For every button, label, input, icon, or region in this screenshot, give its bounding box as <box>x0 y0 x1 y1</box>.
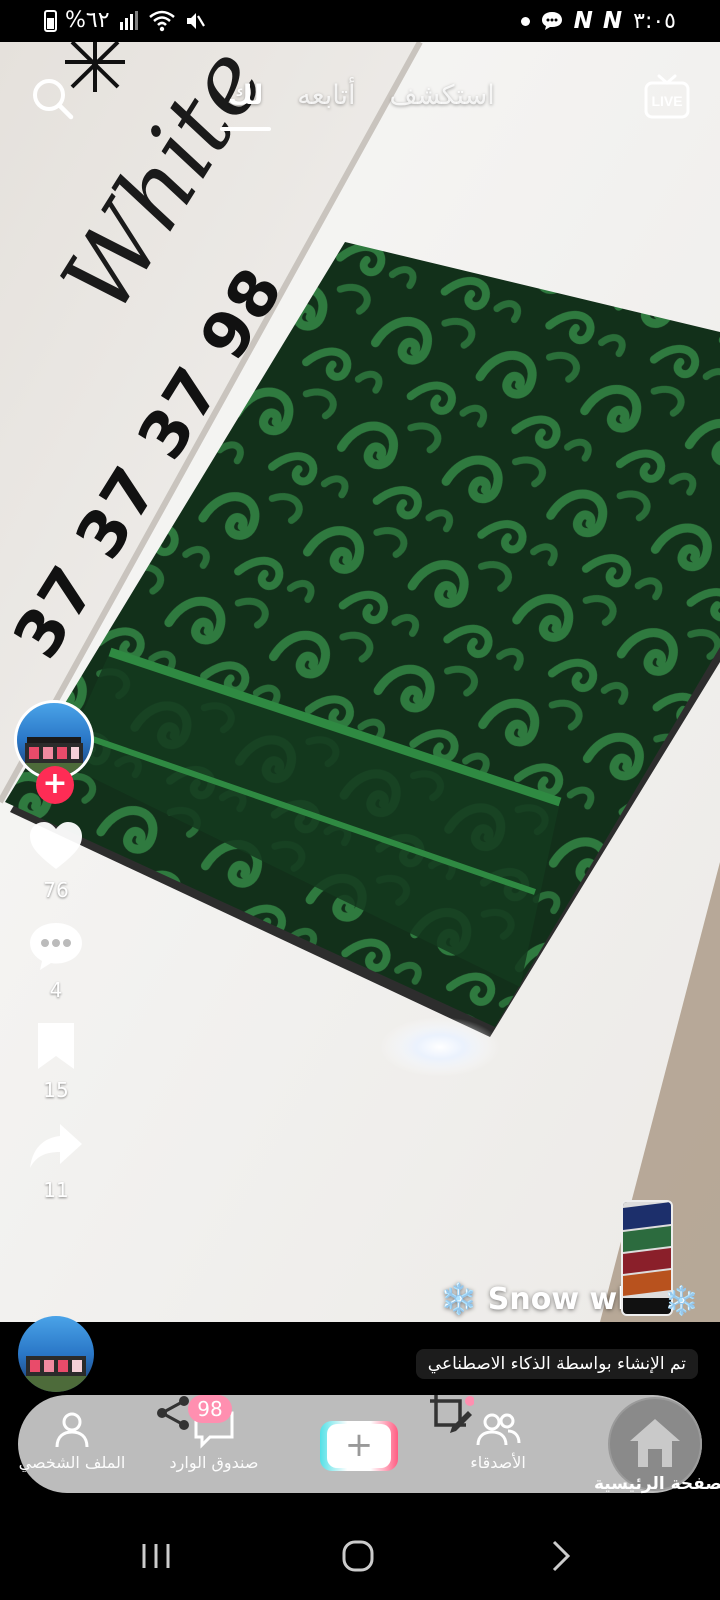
bookmark-icon <box>38 1023 74 1069</box>
status-right: N N ٣:٠٥ <box>520 8 676 34</box>
creator-avatar[interactable]: + <box>14 700 98 804</box>
plus-icon: + <box>327 1424 391 1468</box>
profile-icon <box>55 1412 89 1448</box>
comment-count: 4 <box>49 978 63 1002</box>
comment-button[interactable]: 4 <box>14 920 98 1002</box>
battery-percent: %٦٢ <box>65 8 110 33</box>
live-text: LIVE <box>651 93 682 109</box>
status-left: %٦٢ <box>44 8 206 33</box>
live-tv-icon: LIVE <box>644 74 690 119</box>
battery-icon <box>44 9 57 32</box>
caption-trailing-emoji: ❄️ <box>664 1284 699 1317</box>
nav-friends[interactable]: الأصدقاء <box>438 1409 558 1472</box>
video-caption[interactable]: ❄️ Snow wh <box>440 1282 639 1317</box>
live-button[interactable]: LIVE <box>644 74 690 120</box>
comment-icon <box>30 923 82 970</box>
recent-apps-icon[interactable] <box>136 1536 176 1576</box>
friends-icon <box>476 1413 521 1446</box>
info-bar: تم الإنشاء بواسطة الذكاء الاصطناعي <box>0 1316 720 1392</box>
share-button[interactable]: 11 <box>14 1120 98 1202</box>
save-count: 15 <box>43 1078 69 1102</box>
share-network-icon <box>157 1396 189 1430</box>
nav-profile-label: الملف الشخصي <box>18 1453 126 1472</box>
system-nav-bar <box>0 1512 720 1600</box>
mute-icon <box>186 12 205 29</box>
heart-icon <box>30 822 82 869</box>
search-icon <box>33 79 74 120</box>
ai-generated-label[interactable]: تم الإنشاء بواسطة الذكاء الاصطناعي <box>415 1349 698 1379</box>
share-count: 11 <box>43 1178 69 1202</box>
save-button[interactable]: 15 <box>14 1020 98 1102</box>
search-button[interactable] <box>30 76 76 122</box>
follow-plus-button[interactable]: + <box>36 766 74 804</box>
create-button[interactable]: + <box>320 1421 398 1471</box>
caption-text: ❄️ Snow wh <box>440 1282 639 1317</box>
like-button[interactable]: 76 <box>14 820 98 902</box>
status-bar: %٦٢ N N ٣:٠٥ <box>0 0 720 42</box>
nav-home-label: الصفحة الرئيسية <box>594 1474 720 1494</box>
carrier-marks: N N <box>573 8 624 34</box>
home-circle-icon[interactable] <box>338 1536 378 1576</box>
feed-tabs: لك أتابعه استكشف <box>219 80 495 131</box>
tab-following[interactable]: أتابعه <box>297 80 355 111</box>
share-icon <box>30 1124 82 1168</box>
nav-inbox-label: صندوق الوارد <box>169 1453 259 1472</box>
action-rail: + 76 4 15 11 <box>14 700 98 1202</box>
video-player[interactable]: White 37 37 37 98 <box>0 42 720 1322</box>
tab-explore[interactable]: استكشف <box>390 80 495 111</box>
creator-small-avatar[interactable] <box>18 1316 94 1392</box>
nav-friends-label: الأصدقاء <box>470 1453 526 1472</box>
signal-icon <box>119 10 138 30</box>
back-chevron-icon[interactable] <box>540 1536 580 1576</box>
tab-for-you[interactable]: لك <box>219 80 272 131</box>
clock: ٣:٠٥ <box>633 8 676 34</box>
like-count: 76 <box>43 878 69 902</box>
nav-profile[interactable]: الملف الشخصي <box>12 1409 132 1472</box>
notification-dot-icon <box>520 16 530 26</box>
wifi-icon <box>148 10 175 31</box>
inbox-badge: 98 <box>188 1395 232 1423</box>
top-nav: لك أتابعه استكشف LIVE <box>0 70 720 142</box>
chat-bubble-icon <box>541 12 562 30</box>
